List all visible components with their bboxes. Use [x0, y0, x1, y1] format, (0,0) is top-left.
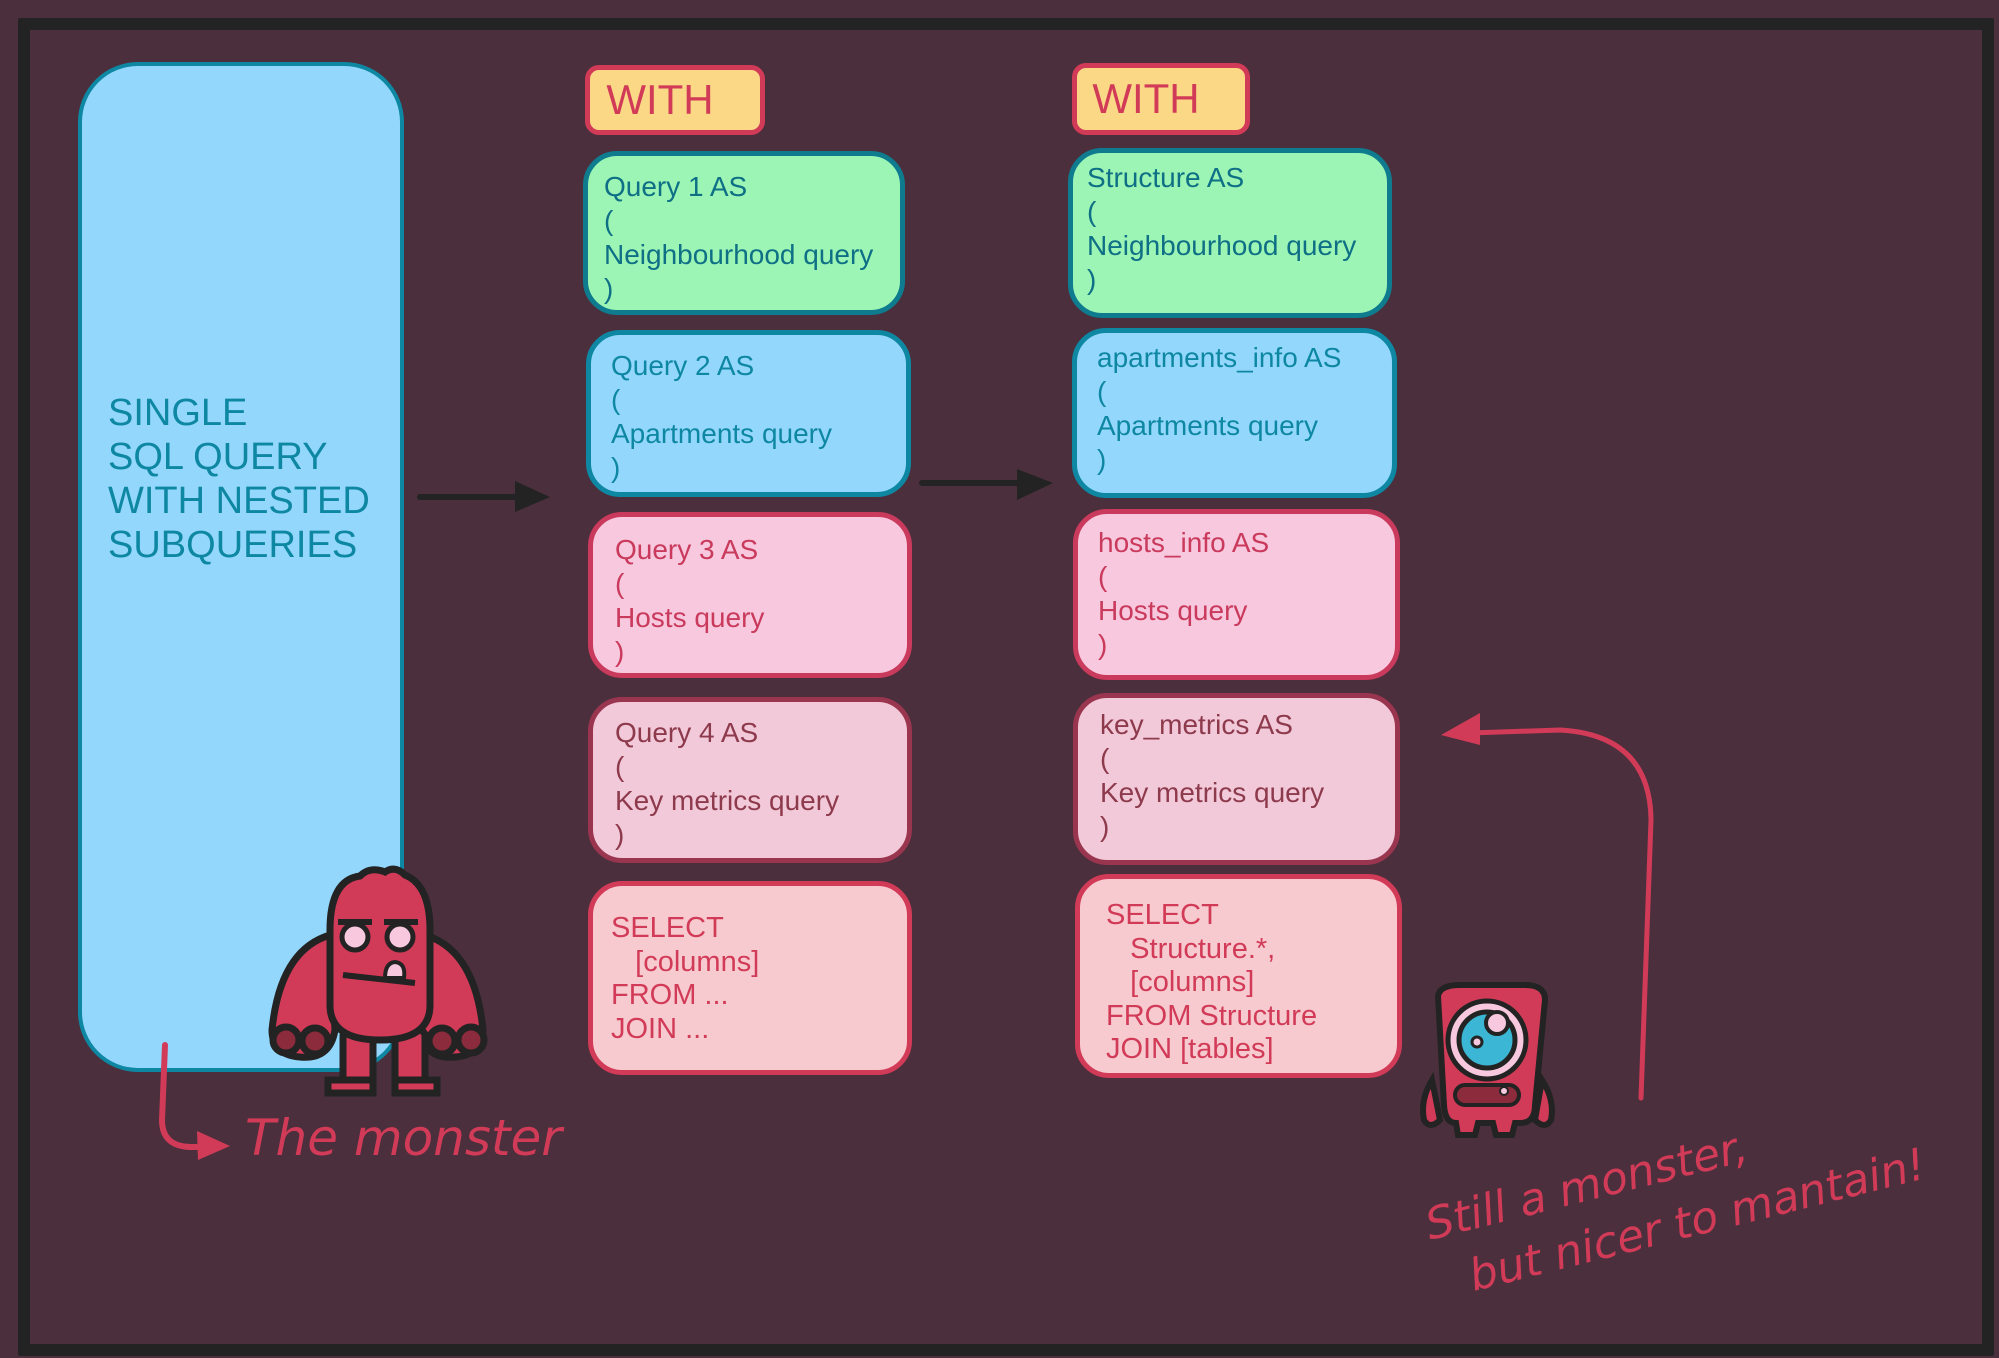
annotations-layer: The monster Still a monster, but nicer t… [158, 469, 1931, 1302]
arrow-right-icon [919, 469, 1053, 500]
arrow-right-icon [417, 481, 550, 512]
bent-arrow-icon [158, 1042, 230, 1160]
monster-cyclops-icon [1420, 982, 1555, 1138]
monster-grumpy-icon [268, 865, 488, 1097]
monster-annotation: The monster [245, 1109, 565, 1167]
